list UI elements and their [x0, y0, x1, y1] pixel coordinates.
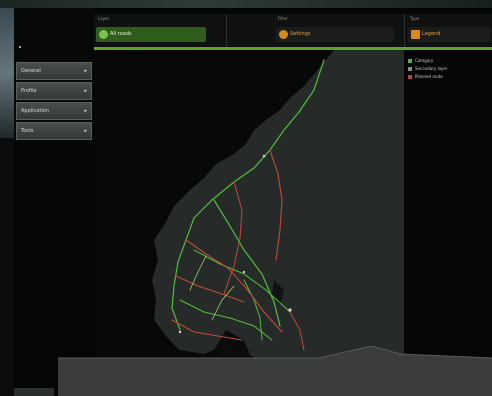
city-marker [242, 270, 246, 274]
chevron-right-icon: ▸ [84, 88, 87, 94]
filter-indicator-icon [279, 30, 288, 39]
sidebar-item-label: General [21, 68, 41, 74]
legend-item-label: Planned route [415, 74, 443, 79]
legend-swatch [408, 67, 412, 71]
layer-indicator-icon [99, 30, 108, 39]
app-window: General ▸ Profile ▸ Application ▸ Tools … [14, 8, 492, 396]
sidebar-item-application[interactable]: Application ▸ [16, 102, 92, 120]
chevron-right-icon: ▸ [84, 108, 87, 114]
map-canvas[interactable] [94, 50, 404, 365]
chevron-right-icon: ▸ [84, 68, 87, 74]
legend-swatch [408, 59, 412, 63]
sidebar-item-profile[interactable]: Profile ▸ [16, 82, 92, 100]
legend-item[interactable]: Category [408, 58, 433, 64]
legend-item-label: Category [415, 58, 434, 63]
toolbar-divider [404, 14, 405, 47]
type-select-label: Legend [422, 31, 441, 37]
map-view[interactable] [94, 50, 404, 365]
chevron-right-icon: ▸ [84, 128, 87, 134]
toolbar-caption: Layer [98, 16, 110, 21]
sidebar-item-label: Profile [21, 88, 37, 94]
toolbar-caption: Type [410, 16, 420, 21]
city-marker [178, 330, 182, 334]
city-marker [262, 154, 266, 158]
type-indicator-icon [411, 30, 420, 39]
bottom-overlay-panel [0, 346, 492, 396]
desktop-wallpaper-strip [0, 8, 14, 138]
bottom-panel-surface [58, 346, 492, 396]
legend-swatch [408, 75, 412, 79]
toolbar-group-type: Type Legend [406, 14, 492, 47]
city-marker [288, 308, 292, 312]
legend-panel: Category Secondary layer Planned route [404, 50, 492, 365]
sidebar: General ▸ Profile ▸ Application ▸ Tools … [14, 8, 94, 140]
sidebar-item-tools[interactable]: Tools ▸ [16, 122, 92, 140]
toolbar: Layer All roads Filter Settings Type Leg… [94, 14, 492, 47]
type-select-button[interactable]: Legend [408, 27, 490, 42]
toolbar-divider [226, 14, 227, 47]
legend-item[interactable]: Secondary layer [408, 66, 448, 72]
sidebar-marker [19, 46, 21, 48]
bottom-panel-shape [58, 346, 492, 396]
sidebar-item-label: Application [21, 108, 49, 114]
filter-select-button[interactable]: Settings [276, 27, 394, 42]
sidebar-item-general[interactable]: General ▸ [16, 62, 92, 80]
legend-item-label: Secondary layer [415, 66, 448, 71]
layer-select-button[interactable]: All roads [96, 27, 206, 42]
toolbar-group-layer: Layer All roads [94, 14, 226, 47]
toolbar-group-filter: Filter Settings [274, 14, 404, 47]
layer-select-label: All roads [110, 31, 132, 37]
sidebar-item-label: Tools [21, 128, 34, 134]
legend-item[interactable]: Planned route [408, 74, 443, 80]
toolbar-caption: Filter [278, 16, 288, 21]
filter-select-label: Settings [290, 31, 311, 37]
desktop-background [0, 0, 492, 8]
taskbar-item[interactable] [14, 388, 54, 396]
